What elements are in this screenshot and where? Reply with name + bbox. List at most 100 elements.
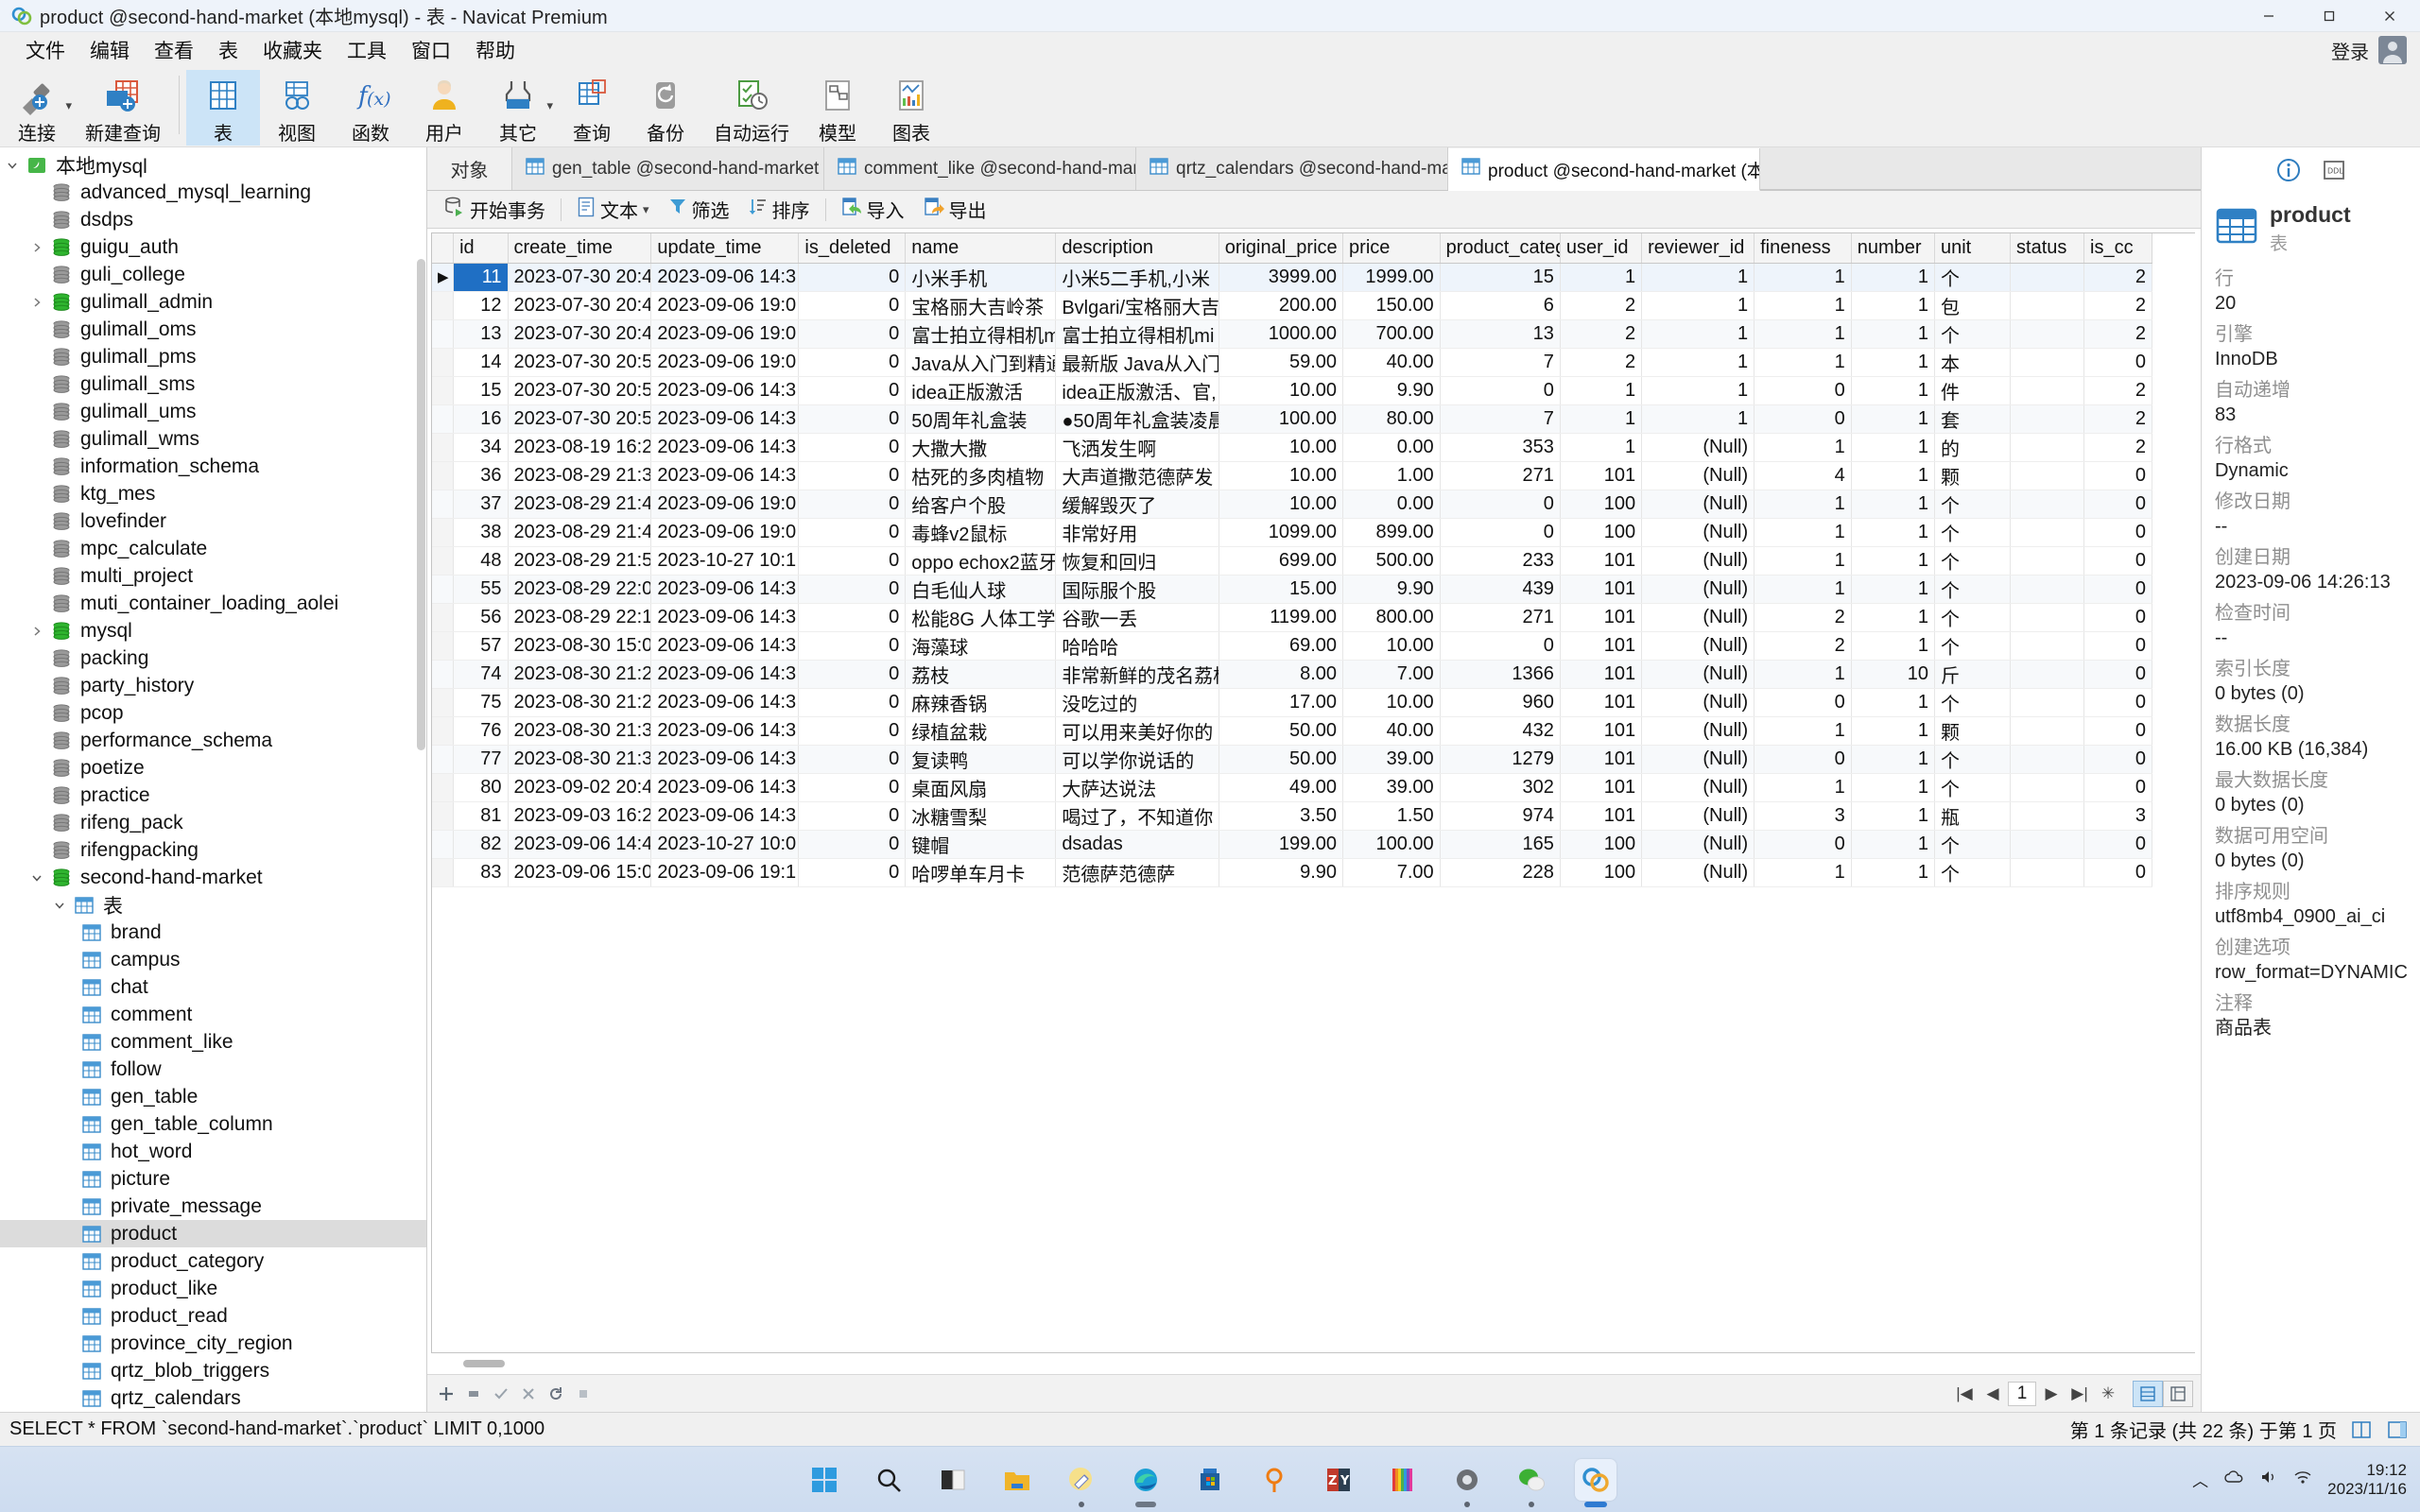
horizontal-scrollbar-row[interactable] <box>431 1353 2201 1374</box>
grid-cell-description[interactable]: dsadas <box>1056 830 1219 858</box>
grid-cell-reviewer_id[interactable]: 1 <box>1642 263 1754 291</box>
grid-cell-product_category_id[interactable]: 6 <box>1440 291 1560 319</box>
grid-cell-update_time[interactable]: 2023-09-06 14:3 <box>651 376 799 404</box>
toolbar-functions[interactable]: f (x) 函数 <box>334 70 407 146</box>
grid-cell-reviewer_id[interactable]: 1 <box>1642 376 1754 404</box>
toolbar-other[interactable]: ▾ 其它 <box>481 70 555 146</box>
grid-cell-id[interactable]: 77 <box>454 745 508 773</box>
grid-cell-product_category_id[interactable]: 0 <box>1440 376 1560 404</box>
table-row[interactable]: 802023-09-02 20:42023-09-06 14:30桌面风扇大萨达… <box>432 773 2152 801</box>
grid-cell-number[interactable]: 1 <box>1851 376 1934 404</box>
grid-cell-is_deleted[interactable]: 0 <box>799 291 906 319</box>
grid-cell-number[interactable]: 1 <box>1851 263 1934 291</box>
grid-cell-description[interactable]: 大声道撒范德萨发 <box>1056 461 1219 490</box>
page-settings-icon[interactable]: ✳ <box>2095 1382 2121 1406</box>
menu-favorites[interactable]: 收藏夹 <box>251 32 335 68</box>
table-row[interactable]: 822023-09-06 14:42023-10-27 10:00键帽dsada… <box>432 830 2152 858</box>
grid-cell-is_cc[interactable]: 0 <box>2084 830 2152 858</box>
grid-cell-reviewer_id[interactable]: 1 <box>1642 291 1754 319</box>
row-marker[interactable] <box>432 631 454 660</box>
row-marker[interactable] <box>432 461 454 490</box>
grid-cell-create_time[interactable]: 2023-07-30 20:4 <box>508 319 651 348</box>
grid-cell-is_deleted[interactable]: 0 <box>799 688 906 716</box>
grid-cell-status[interactable] <box>2011 404 2084 433</box>
grid-cell-reviewer_id[interactable]: (Null) <box>1642 546 1754 575</box>
grid-cell-is_cc[interactable]: 0 <box>2084 603 2152 631</box>
tree-table-private_message[interactable]: private_message <box>0 1193 426 1220</box>
grid-cell-fineness[interactable]: 0 <box>1754 404 1852 433</box>
grid-cell-id[interactable]: 75 <box>454 688 508 716</box>
grid-cell-create_time[interactable]: 2023-08-30 21:3 <box>508 716 651 745</box>
grid-cell-id[interactable]: 11 <box>454 263 508 291</box>
tree-table-product_read[interactable]: product_read <box>0 1302 426 1330</box>
grid-cell-create_time[interactable]: 2023-08-30 21:2 <box>508 660 651 688</box>
tree-database-lovefinder[interactable]: lovefinder <box>0 507 426 535</box>
table-row[interactable]: 162023-07-30 20:52023-09-06 14:3050周年礼盒装… <box>432 404 2152 433</box>
grid-cell-is_deleted[interactable]: 0 <box>799 575 906 603</box>
grid-cell-unit[interactable]: 个 <box>1934 490 2010 518</box>
grid-cell-update_time[interactable]: 2023-09-06 19:0 <box>651 319 799 348</box>
grid-cell-number[interactable]: 1 <box>1851 291 1934 319</box>
last-page-icon[interactable]: ▶| <box>2066 1382 2093 1406</box>
grid-cell-is_deleted[interactable]: 0 <box>799 319 906 348</box>
grid-cell-is_deleted[interactable]: 0 <box>799 433 906 461</box>
grid-cell-update_time[interactable]: 2023-09-06 19:0 <box>651 348 799 376</box>
data-grid[interactable]: idcreate_timeupdate_timeis_deletednamede… <box>431 232 2195 1353</box>
wechat-icon[interactable] <box>1511 1459 1552 1501</box>
grid-cell-create_time[interactable]: 2023-08-29 21:5 <box>508 546 651 575</box>
grid-cell-id[interactable]: 16 <box>454 404 508 433</box>
object-tab-button[interactable]: 对象 <box>427 147 512 190</box>
prev-page-icon[interactable]: ◀ <box>1979 1382 2006 1406</box>
begin-transaction-button[interactable]: 开始事务 <box>435 193 555 226</box>
grid-cell-fineness[interactable]: 2 <box>1754 631 1852 660</box>
grid-cell-unit[interactable]: 的 <box>1934 433 2010 461</box>
chevron-down-icon[interactable]: ▾ <box>65 98 72 113</box>
grid-col-create_time[interactable]: create_time <box>508 233 651 263</box>
grid-cell-number[interactable]: 1 <box>1851 546 1934 575</box>
grid-cell-name[interactable]: 哈啰单车月卡 <box>906 858 1056 886</box>
edge-icon[interactable] <box>1125 1459 1167 1501</box>
grid-cell-fineness[interactable]: 1 <box>1754 291 1852 319</box>
grid-cell-reviewer_id[interactable]: (Null) <box>1642 830 1754 858</box>
table-row[interactable]: 482023-08-29 21:52023-10-27 10:10oppo ec… <box>432 546 2152 575</box>
settings-icon[interactable] <box>1446 1459 1488 1501</box>
tree-table-brand[interactable]: brand <box>0 919 426 946</box>
grid-cell-update_time[interactable]: 2023-10-27 10:1 <box>651 546 799 575</box>
grid-cell-is_cc[interactable]: 0 <box>2084 461 2152 490</box>
table-row[interactable]: 342023-08-19 16:22023-09-06 14:30大撒大撒飞洒发… <box>432 433 2152 461</box>
grid-cell-original_price[interactable]: 199.00 <box>1219 830 1342 858</box>
editor-tab-1[interactable]: comment_like @second-hand-mark... <box>824 147 1136 190</box>
grid-cell-id[interactable]: 14 <box>454 348 508 376</box>
grid-cell-status[interactable] <box>2011 745 2084 773</box>
grid-cell-price[interactable]: 1.00 <box>1343 461 1441 490</box>
grid-cell-description[interactable]: 非常好用 <box>1056 518 1219 546</box>
grid-cell-product_category_id[interactable]: 302 <box>1440 773 1560 801</box>
tree-table-product_like[interactable]: product_like <box>0 1275 426 1302</box>
windows-start-icon[interactable] <box>804 1459 845 1501</box>
grid-cell-fineness[interactable]: 1 <box>1754 716 1852 745</box>
tree-database-performance_schema[interactable]: performance_schema <box>0 727 426 754</box>
menu-view[interactable]: 查看 <box>142 32 206 68</box>
grid-cell-user_id[interactable]: 101 <box>1560 603 1641 631</box>
grid-cell-number[interactable]: 1 <box>1851 518 1934 546</box>
table-row[interactable]: 812023-09-03 16:22023-09-06 14:30冰糖雪梨喝过了… <box>432 801 2152 830</box>
grid-cell-number[interactable]: 1 <box>1851 319 1934 348</box>
grid-cell-status[interactable] <box>2011 716 2084 745</box>
grid-cell-create_time[interactable]: 2023-08-19 16:2 <box>508 433 651 461</box>
grid-cell-unit[interactable]: 个 <box>1934 858 2010 886</box>
grid-cell-is_deleted[interactable]: 0 <box>799 263 906 291</box>
tree-database-guli_college[interactable]: guli_college <box>0 261 426 288</box>
grid-cell-reviewer_id[interactable]: (Null) <box>1642 660 1754 688</box>
tree-database-rifengpacking[interactable]: rifengpacking <box>0 836 426 864</box>
grid-cell-reviewer_id[interactable]: (Null) <box>1642 490 1754 518</box>
grid-cell-product_category_id[interactable]: 228 <box>1440 858 1560 886</box>
tree-table-province_city_region[interactable]: province_city_region <box>0 1330 426 1357</box>
grid-cell-unit[interactable]: 个 <box>1934 319 2010 348</box>
editor-tab-0[interactable]: gen_table @second-hand-market (... <box>512 147 824 190</box>
grid-cell-update_time[interactable]: 2023-09-06 19:0 <box>651 518 799 546</box>
ddl-icon[interactable]: DDL <box>2322 158 2346 188</box>
grid-col-is_cc[interactable]: is_cc <box>2084 233 2152 263</box>
grid-cell-user_id[interactable]: 101 <box>1560 631 1641 660</box>
grid-col-id[interactable]: id <box>454 233 508 263</box>
grid-cell-price[interactable]: 1999.00 <box>1343 263 1441 291</box>
